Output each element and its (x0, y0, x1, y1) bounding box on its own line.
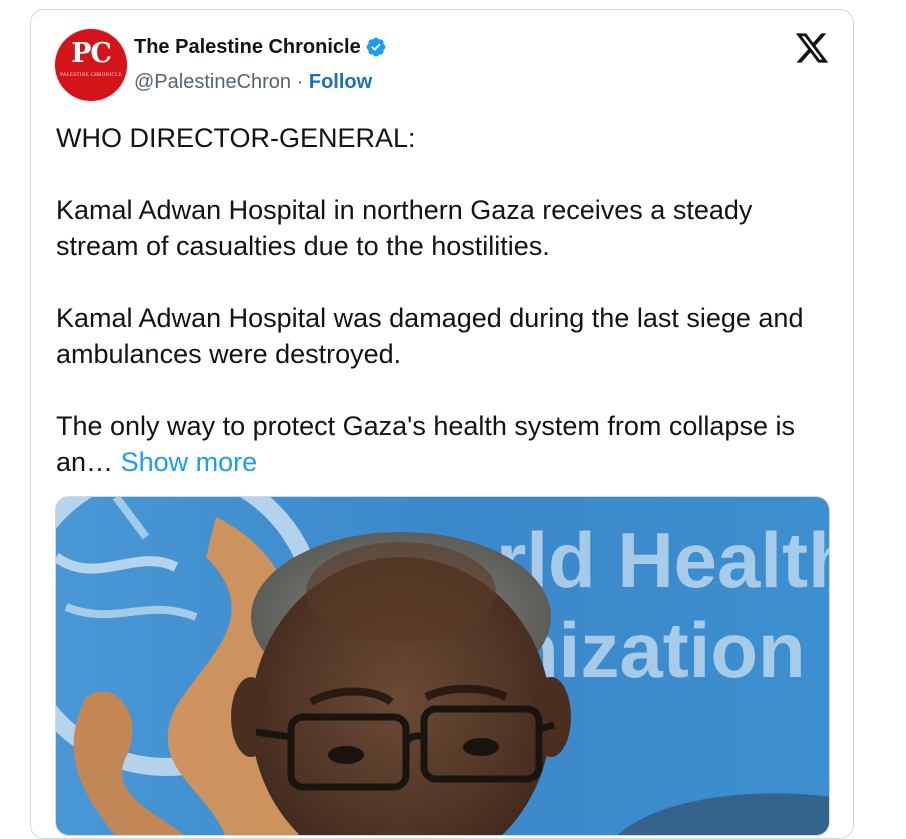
tweet-card[interactable]: PC PALESTINE CHRONICLE The Palestine Chr… (30, 9, 854, 839)
avatar[interactable]: PC PALESTINE CHRONICLE (55, 29, 127, 101)
author-name-row: The Palestine Chronicle (134, 34, 387, 60)
author-handle-row: @PalestineChron · Follow (134, 69, 372, 95)
tweet-paragraph-2: Kamal Adwan Hospital in northern Gaza re… (56, 195, 760, 261)
author-handle[interactable]: @PalestineChron (134, 71, 291, 93)
sign-line-1: rld Health (496, 516, 830, 604)
separator-dot: · (296, 71, 304, 93)
verified-badge-icon (366, 37, 386, 57)
tweet-text: WHO DIRECTOR-GENERAL: Kamal Adwan Hospit… (56, 120, 836, 480)
tweet-paragraph-1: WHO DIRECTOR-GENERAL: (56, 123, 416, 153)
tweet-media-image[interactable]: rld Health nization (55, 496, 830, 836)
show-more-link[interactable]: Show more (121, 447, 258, 477)
x-logo-icon[interactable] (794, 30, 830, 66)
avatar-logo-subtext: PALESTINE CHRONICLE (60, 73, 122, 78)
author-name[interactable]: The Palestine Chronicle (134, 34, 361, 60)
follow-button[interactable]: Follow (309, 71, 372, 93)
media-photo: rld Health nization (56, 497, 830, 835)
tweet-paragraph-3: Kamal Adwan Hospital was damaged during … (56, 303, 811, 369)
person-head (231, 532, 571, 835)
avatar-logo-text: PC (71, 38, 112, 69)
